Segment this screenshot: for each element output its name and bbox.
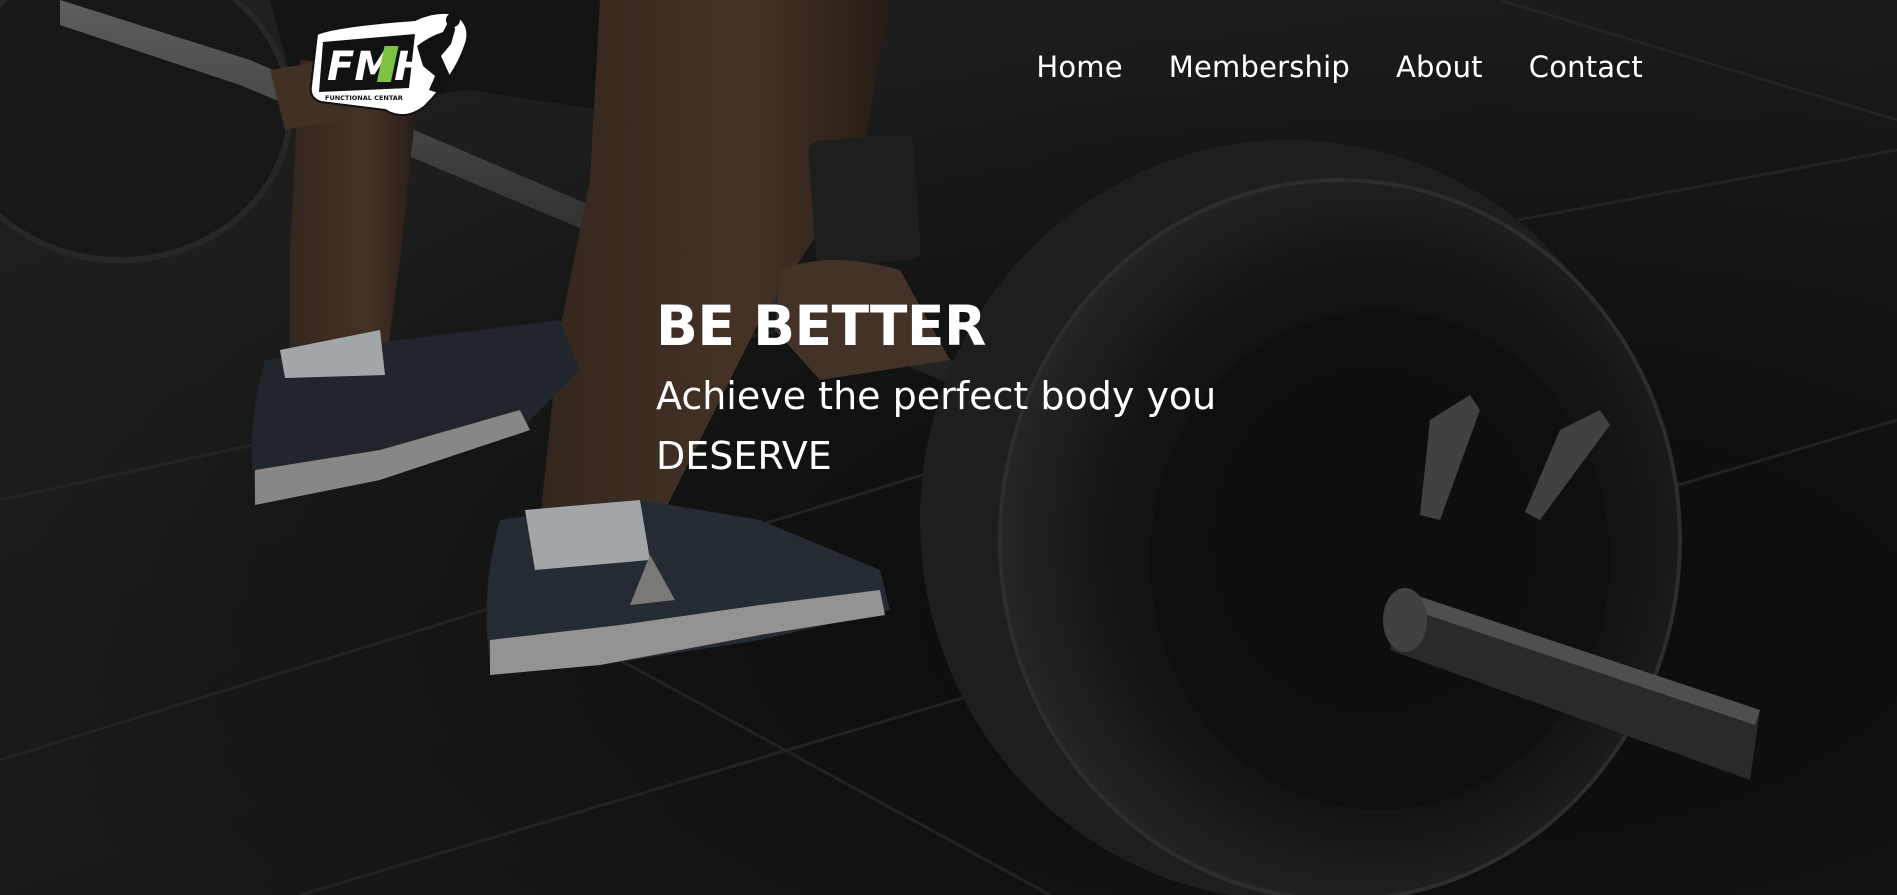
logo-subtext: FUNCTIONAL CENTAR	[325, 94, 403, 102]
hero-section: FMH FUNCTIONAL CENTAR Home Membership Ab…	[0, 0, 1897, 895]
hero-copy: BE BETTER Achieve the perfect body you D…	[656, 290, 1296, 486]
nav-link-membership[interactable]: Membership	[1169, 50, 1350, 84]
hero-subline-line-1: Achieve the perfect body you	[656, 374, 1217, 418]
nav-link-contact[interactable]: Contact	[1529, 50, 1643, 84]
nav-link-home[interactable]: Home	[1036, 50, 1122, 84]
hero-subline-line-2: DESERVE	[656, 434, 832, 478]
main-nav: Home Membership About Contact	[1036, 50, 1643, 84]
logo-wordmark: FMH	[327, 44, 428, 90]
brand-logo[interactable]: FMH FUNCTIONAL CENTAR	[305, 6, 473, 118]
hero-headline: BE BETTER	[656, 294, 986, 358]
nav-link-about[interactable]: About	[1396, 50, 1483, 84]
hero-subline: Achieve the perfect body you DESERVE	[656, 366, 1296, 486]
